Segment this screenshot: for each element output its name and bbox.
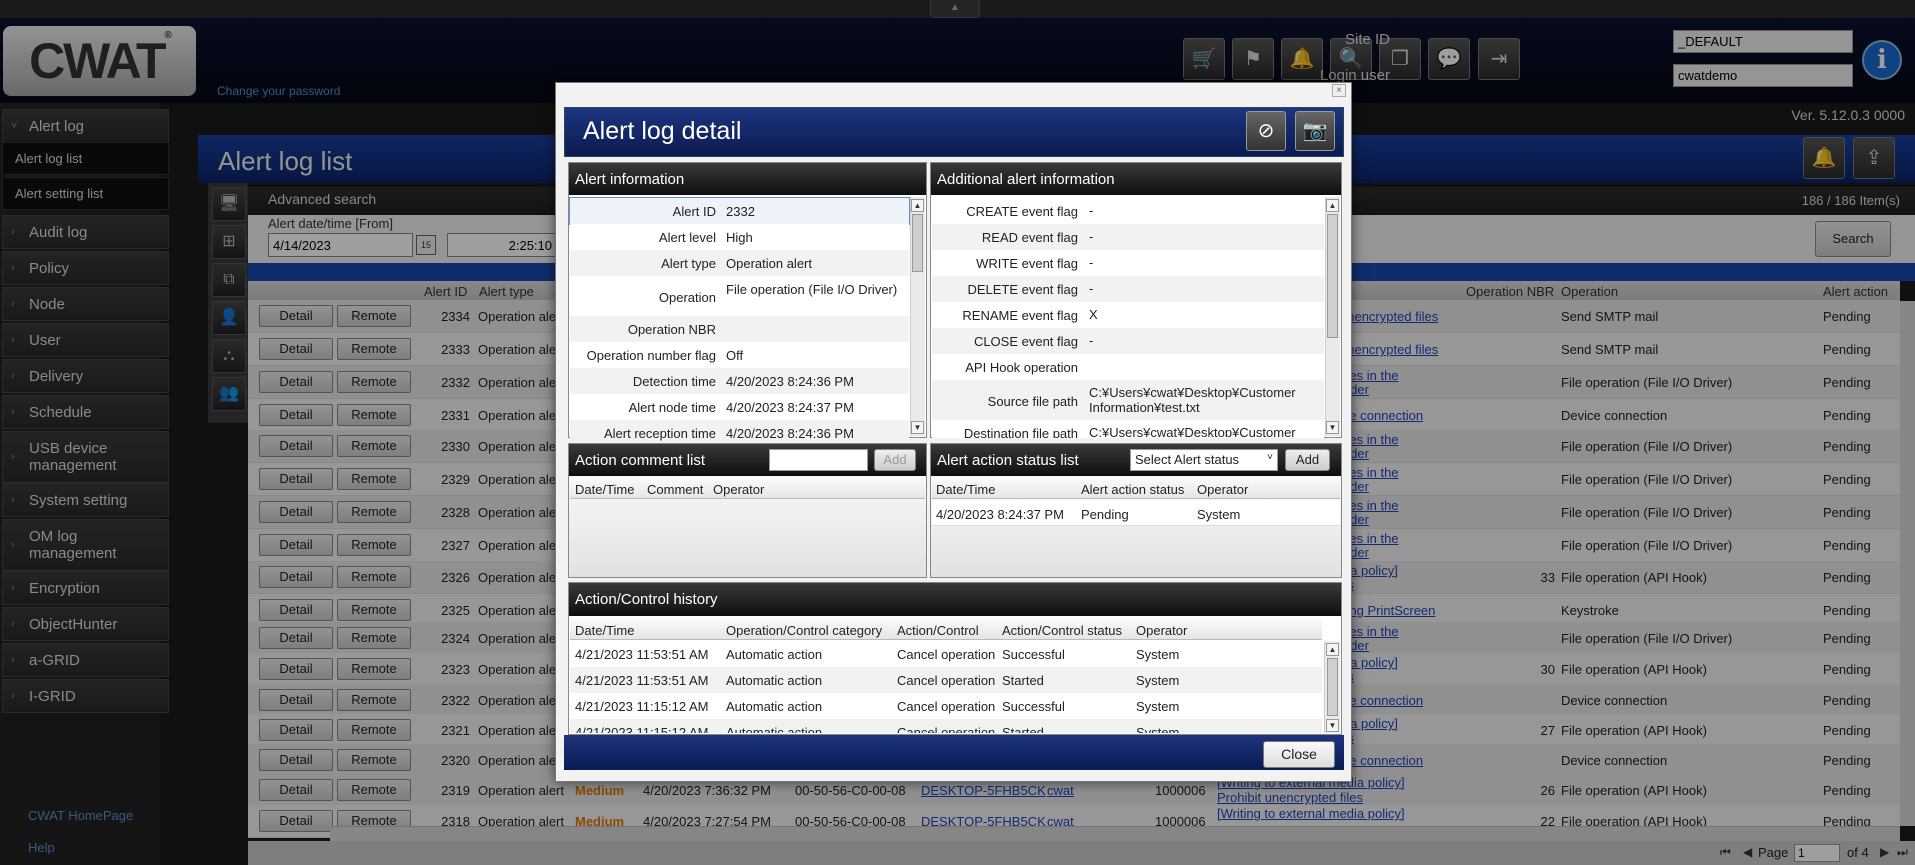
history-row-category: Automatic action bbox=[726, 699, 823, 714]
status-row-status: Pending bbox=[1081, 507, 1129, 522]
alert-info-value: 4/20/2023 8:24:36 PM bbox=[726, 374, 854, 389]
history-row-status: Started bbox=[1002, 673, 1044, 688]
history-row-datetime: 4/21/2023 11:53:51 AM bbox=[575, 647, 709, 662]
additional-info-key: DELETE event flag bbox=[967, 282, 1078, 297]
history-row-action: Cancel operation bbox=[897, 673, 996, 688]
status-col-operator[interactable]: Operator bbox=[1197, 482, 1248, 497]
history-col-datetime[interactable]: Date/Time bbox=[575, 623, 634, 638]
history-col-status[interactable]: Action/Control status bbox=[1002, 623, 1122, 638]
camera-icon[interactable]: 📷 bbox=[1295, 111, 1335, 151]
alert-info-value: Off bbox=[726, 348, 744, 363]
status-col-status[interactable]: Alert action status bbox=[1081, 482, 1184, 497]
status-row-operator: System bbox=[1197, 507, 1241, 522]
scroll-up-icon[interactable]: ▲ bbox=[1326, 643, 1339, 656]
history-row-datetime: 4/21/2023 11:53:51 AM bbox=[575, 673, 709, 688]
alert-info-key: Alert type bbox=[661, 256, 716, 271]
history-row-action: Cancel operation bbox=[897, 725, 996, 733]
history-row-operator: System bbox=[1136, 699, 1180, 714]
comment-col-operator[interactable]: Operator bbox=[713, 482, 764, 497]
scroll-up-icon[interactable]: ▲ bbox=[911, 199, 924, 212]
scroll-thumb[interactable] bbox=[1327, 658, 1338, 716]
additional-info-key: RENAME event flag bbox=[962, 308, 1078, 323]
history-row-category: Automatic action bbox=[726, 673, 823, 688]
history-row-action: Cancel operation bbox=[897, 647, 996, 662]
alert-info-key: Operation bbox=[658, 290, 716, 305]
additional-info-value: - bbox=[1089, 333, 1094, 348]
scroll-down-icon[interactable]: ▼ bbox=[1326, 719, 1339, 732]
history-row-status: Successful bbox=[1002, 647, 1065, 662]
dialog-title: Alert log detail bbox=[583, 117, 742, 145]
alert-info-key: Alert reception time bbox=[604, 426, 716, 441]
additional-info-key: WRITE event flag bbox=[976, 256, 1078, 271]
history-row-operator: System bbox=[1136, 673, 1180, 688]
history-row-category: Automatic action bbox=[726, 647, 823, 662]
additional-info-value: - bbox=[1089, 203, 1094, 218]
history-row-datetime: 4/21/2023 11:15:12 AM bbox=[575, 725, 709, 733]
history-row-status: Successful bbox=[1002, 699, 1065, 714]
history-row-action: Cancel operation bbox=[897, 699, 996, 714]
alert-info-value: High bbox=[726, 230, 753, 245]
additional-info-key: READ event flag bbox=[981, 230, 1078, 245]
comment-input[interactable] bbox=[769, 449, 868, 471]
alert-info-key: Alert ID bbox=[672, 204, 716, 219]
scroll-thumb[interactable] bbox=[1327, 214, 1338, 338]
comment-add-button[interactable]: Add bbox=[874, 449, 916, 471]
additional-info-key: API Hook operation bbox=[965, 360, 1078, 375]
status-col-datetime[interactable]: Date/Time bbox=[936, 482, 995, 497]
scroll-down-icon[interactable]: ▼ bbox=[1326, 421, 1339, 434]
history-row-datetime: 4/21/2023 11:15:12 AM bbox=[575, 699, 709, 714]
history-col-operator[interactable]: Operator bbox=[1136, 623, 1187, 638]
additional-info-key: Source file path bbox=[987, 394, 1078, 409]
alert-status-select[interactable]: Select Alert status ˅ bbox=[1130, 449, 1278, 471]
alert-info-key: Operation number flag bbox=[586, 348, 716, 363]
status-add-button[interactable]: Add bbox=[1285, 449, 1330, 471]
alert-info-value: 4/20/2023 8:24:37 PM bbox=[726, 400, 854, 415]
close-button[interactable]: Close bbox=[1263, 741, 1335, 768]
alert-info-value: 2332 bbox=[726, 204, 755, 219]
comment-col-datetime[interactable]: Date/Time bbox=[575, 482, 634, 497]
status-row-datetime: 4/20/2023 8:24:37 PM bbox=[936, 507, 1064, 522]
comment-col-comment[interactable]: Comment bbox=[647, 482, 703, 497]
alert-info-value: 4/20/2023 8:24:36 PM bbox=[726, 426, 854, 438]
scroll-down-icon[interactable]: ▼ bbox=[911, 421, 924, 434]
additional-info-key: CLOSE event flag bbox=[973, 334, 1078, 349]
additional-info-key: CREATE event flag bbox=[966, 204, 1078, 219]
alert-info-key: Detection time bbox=[632, 374, 716, 389]
no-camera-icon[interactable]: ⊘ bbox=[1246, 111, 1286, 151]
additional-info-value: C:¥Users¥cwat¥Desktop¥Customer Informati… bbox=[1089, 385, 1296, 415]
dialog-footer bbox=[564, 735, 1344, 770]
additional-info-value: C:¥Users¥cwat¥Desktop¥Customer bbox=[1089, 425, 1296, 437]
chevron-down-icon: ˅ bbox=[1267, 452, 1273, 463]
alert-info-heading: Alert information bbox=[569, 163, 926, 195]
close-icon[interactable]: × bbox=[1332, 84, 1346, 97]
additional-info-value: X bbox=[1089, 307, 1098, 322]
alert-info-value: Operation alert bbox=[726, 256, 812, 271]
history-row-operator: System bbox=[1136, 725, 1180, 733]
history-col-action[interactable]: Action/Control bbox=[897, 623, 979, 638]
history-col-category[interactable]: Operation/Control category bbox=[726, 623, 882, 638]
additional-info-value: - bbox=[1089, 281, 1094, 296]
history-row-operator: System bbox=[1136, 647, 1180, 662]
history-rows: 4/21/2023 11:53:51 AM Automatic action Can… bbox=[570, 641, 1322, 733]
scroll-up-icon[interactable]: ▲ bbox=[1326, 199, 1339, 212]
alert-info-key: Alert level bbox=[658, 230, 716, 245]
action-control-history-heading: Action/Control history bbox=[569, 583, 1341, 616]
history-row-status: Started bbox=[1002, 725, 1044, 733]
additional-info-value: - bbox=[1089, 229, 1094, 244]
additional-info-heading: Additional alert information bbox=[931, 163, 1341, 195]
alert-info-key: Operation NBR bbox=[627, 322, 716, 337]
additional-info-key: Destination file path bbox=[963, 426, 1078, 438]
alert-info-key: Alert node time bbox=[628, 400, 716, 415]
scroll-thumb[interactable] bbox=[912, 214, 923, 272]
alert-info-value: File operation (File I/O Driver) bbox=[726, 282, 898, 297]
additional-info-value: - bbox=[1089, 255, 1094, 270]
history-row-category: Automatic action bbox=[726, 725, 823, 733]
action-comment-heading: Action comment list bbox=[569, 444, 926, 476]
